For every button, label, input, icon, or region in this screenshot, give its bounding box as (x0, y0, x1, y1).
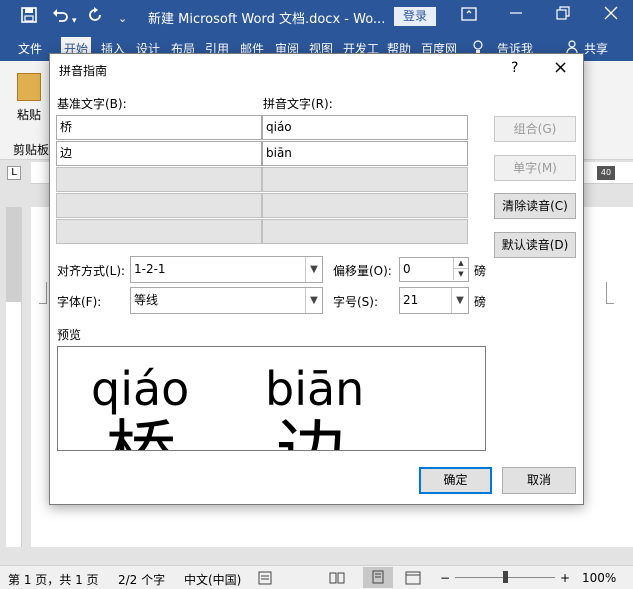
clipboard-group-label: 剪贴板 (13, 143, 50, 157)
group-button[interactable]: 组合(G) (494, 116, 576, 142)
default-reading-button[interactable]: 默认读音(D) (494, 232, 576, 258)
offset-value: 0 (403, 262, 411, 276)
ruby-text-label: 拼音文字(R): (263, 97, 333, 111)
minimize-icon[interactable] (509, 6, 523, 24)
mono-button[interactable]: 单字(M) (494, 155, 576, 181)
save-icon[interactable] (20, 6, 38, 29)
phonetic-guide-dialog: 拼音指南 ? × 基准文字(B): 拼音文字(R): 桥 qiáo 边 biān… (49, 53, 584, 505)
status-bar: 第 1 页，共 1 页 2/2 个字 中文(中国) − + 100% (0, 565, 633, 589)
ribbon-display-icon[interactable] (461, 6, 477, 26)
size-label: 字号(S): (333, 295, 379, 309)
help-button[interactable]: ? (511, 60, 518, 76)
empty-ruby-field (262, 193, 468, 218)
login-button[interactable]: 登录 (394, 7, 436, 26)
base-text-field[interactable]: 边 (56, 141, 262, 166)
chevron-down-icon[interactable]: ▼ (451, 288, 468, 313)
dialog-title: 拼音指南 (59, 64, 108, 78)
clear-reading-button[interactable]: 清除读音(C) (494, 193, 576, 219)
zoom-out-button[interactable]: − (440, 571, 450, 585)
size-select[interactable]: 21 ▼ (399, 287, 469, 314)
ruler-indent-marker[interactable]: 40 (597, 166, 615, 180)
tab-file[interactable]: 文件 (18, 40, 42, 57)
paste-button[interactable]: 粘贴 (17, 106, 41, 123)
empty-base-field (56, 193, 262, 218)
margin-corner-mark (606, 282, 614, 304)
offset-unit: 磅 (474, 264, 487, 278)
offset-stepper[interactable]: 0 ▲ ▼ (399, 257, 469, 282)
cancel-button[interactable]: 取消 (502, 467, 576, 494)
alignment-select[interactable]: 1-2-1 ▼ (130, 256, 323, 283)
preview-base-text: 桥 (106, 413, 176, 450)
title-bar: ▾ ⌄ 新建 Microsoft Word 文档.docx - Wo... 登录 (0, 0, 633, 34)
dialog-close-button[interactable]: × (553, 57, 568, 78)
accessibility-icon[interactable] (258, 571, 272, 588)
zoom-slider-thumb[interactable] (503, 571, 508, 583)
word-count[interactable]: 2/2 个字 (118, 571, 165, 588)
empty-base-field (56, 219, 262, 244)
preview-ruby-text: qiáo (91, 362, 190, 416)
font-label: 字体(F): (57, 295, 102, 309)
preview-pane: qiáo biān 桥 边 (57, 346, 486, 451)
undo-dropdown-icon[interactable]: ▾ (72, 11, 77, 31)
ok-button[interactable]: 确定 (419, 467, 492, 494)
empty-base-field (56, 167, 262, 192)
spin-down-icon[interactable]: ▼ (453, 269, 468, 280)
redo-icon[interactable] (86, 6, 104, 29)
font-select[interactable]: 等线 ▼ (130, 287, 323, 314)
web-layout-icon[interactable] (405, 571, 421, 588)
page-count[interactable]: 第 1 页，共 1 页 (8, 571, 99, 588)
paste-icon[interactable] (17, 73, 41, 101)
alignment-label: 对齐方式(L): (57, 264, 126, 278)
zoom-in-button[interactable]: + (560, 571, 570, 585)
print-layout-icon[interactable] (363, 567, 393, 588)
base-text-field[interactable]: 桥 (56, 115, 262, 140)
vertical-ruler[interactable] (6, 207, 22, 547)
preview-ruby-text: biān (265, 362, 365, 416)
close-icon[interactable] (604, 6, 618, 24)
restore-icon[interactable] (556, 6, 570, 24)
alignment-value: 1-2-1 (134, 262, 166, 276)
empty-ruby-field (262, 167, 468, 192)
size-unit: 磅 (474, 295, 487, 309)
font-value: 等线 (134, 293, 159, 307)
language-indicator[interactable]: 中文(中国) (184, 571, 241, 588)
empty-ruby-field (262, 219, 468, 244)
zoom-level[interactable]: 100% (582, 571, 616, 585)
chevron-down-icon[interactable]: ▼ (305, 257, 322, 282)
base-text-label: 基准文字(B): (57, 97, 127, 111)
offset-label: 偏移量(O): (333, 264, 392, 278)
margin-corner-mark (39, 282, 47, 304)
ruby-text-field[interactable]: biān (262, 141, 468, 166)
undo-icon[interactable] (51, 6, 69, 29)
read-mode-icon[interactable] (329, 571, 345, 588)
preview-label: 预览 (57, 328, 82, 342)
ruby-text-field[interactable]: qiáo (262, 115, 468, 140)
window-title: 新建 Microsoft Word 文档.docx - Wo... (148, 12, 386, 27)
spin-up-icon[interactable]: ▲ (453, 258, 468, 269)
size-value: 21 (403, 293, 419, 307)
preview-base-text: 边 (276, 413, 346, 450)
chevron-down-icon[interactable]: ▼ (305, 288, 322, 313)
customize-qat-icon[interactable]: ⌄ (118, 9, 127, 29)
share-button[interactable]: 共享 (584, 40, 608, 57)
tab-selector[interactable]: L (7, 166, 21, 180)
